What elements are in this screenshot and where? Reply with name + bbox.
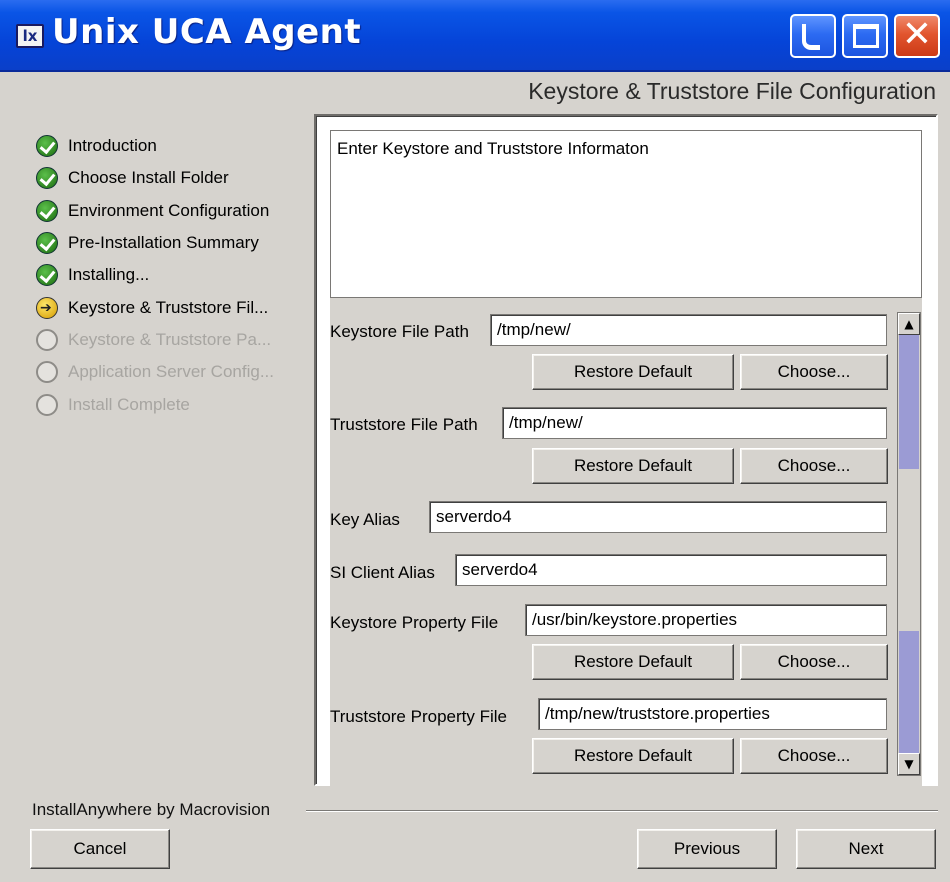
- maximize-icon: [853, 24, 879, 48]
- step-choose-install-folder: Choose Install Folder: [36, 162, 306, 194]
- keystore-file-path-label: Keystore File Path: [330, 322, 469, 341]
- keystore-file-choose-button[interactable]: Choose...: [740, 354, 888, 390]
- title-bar: lx Unix UCA Agent ✕: [0, 0, 950, 72]
- brand-label: InstallAnywhere by Macrovision: [32, 800, 271, 819]
- step-introduction: Introduction: [36, 130, 306, 162]
- truststore-property-file-input[interactable]: /tmp/new/truststore.properties: [538, 698, 887, 730]
- step-label: Application Server Config...: [68, 362, 274, 382]
- keystore-property-file-input[interactable]: /usr/bin/keystore.properties: [525, 604, 887, 636]
- truststore-property-choose-button[interactable]: Choose...: [740, 738, 888, 774]
- step-installing: Installing...: [36, 259, 306, 291]
- step-header: Keystore & Truststore File Configuration: [528, 78, 936, 104]
- step-label: Choose Install Folder: [68, 168, 229, 188]
- description-box: Enter Keystore and Truststore Informaton: [330, 130, 922, 298]
- scroll-up-icon[interactable]: ▲: [898, 313, 920, 335]
- truststore-file-path-label: Truststore File Path: [330, 415, 478, 434]
- circle-icon: [36, 361, 58, 384]
- si-client-alias-label: SI Client Alias: [330, 563, 435, 582]
- scrollbar-track-lower[interactable]: [899, 631, 919, 753]
- truststore-file-choose-button[interactable]: Choose...: [740, 448, 888, 484]
- arrow-right-icon: [36, 296, 58, 319]
- close-icon: ✕: [901, 14, 933, 55]
- step-application-server-config: Application Server Config...: [36, 356, 306, 388]
- truststore-property-file-label: Truststore Property File: [330, 707, 507, 726]
- keystore-file-path-input[interactable]: /tmp/new/: [490, 314, 887, 346]
- step-install-complete: Install Complete: [36, 388, 306, 420]
- step-keystore-truststore-password: Keystore & Truststore Pa...: [36, 324, 306, 356]
- check-icon: [36, 199, 58, 222]
- cancel-button[interactable]: Cancel: [30, 829, 170, 869]
- next-button[interactable]: Next: [796, 829, 936, 869]
- check-icon: [36, 167, 58, 190]
- form-scrollbar[interactable]: ▲ ▼: [897, 312, 921, 776]
- key-alias-label: Key Alias: [330, 510, 400, 529]
- step-list: Introduction Choose Install Folder Envir…: [36, 130, 306, 421]
- installer-window: lx Unix UCA Agent ✕ Keystore & Truststor…: [0, 0, 950, 882]
- step-pre-installation-summary: Pre-Installation Summary: [36, 227, 306, 259]
- truststore-property-restore-default-button[interactable]: Restore Default: [532, 738, 734, 774]
- keystore-file-restore-default-button[interactable]: Restore Default: [532, 354, 734, 390]
- check-icon: [36, 264, 58, 287]
- step-keystore-truststore-file: Keystore & Truststore Fil...: [36, 291, 306, 323]
- footer-divider: [306, 810, 938, 812]
- window-title: Unix UCA Agent: [52, 12, 362, 52]
- keystore-property-choose-button[interactable]: Choose...: [740, 644, 888, 680]
- step-label: Environment Configuration: [68, 200, 270, 220]
- key-alias-input[interactable]: serverdo4: [429, 501, 887, 533]
- step-label: Install Complete: [68, 394, 190, 414]
- check-icon: [36, 135, 58, 158]
- minimize-button[interactable]: [790, 14, 836, 58]
- maximize-button[interactable]: [842, 14, 888, 58]
- check-icon: [36, 232, 58, 255]
- step-label: Pre-Installation Summary: [68, 233, 259, 253]
- scroll-down-icon[interactable]: ▼: [898, 753, 920, 775]
- scrollbar-track-upper[interactable]: [899, 335, 919, 469]
- truststore-file-path-input[interactable]: /tmp/new/: [502, 407, 887, 439]
- keystore-property-restore-default-button[interactable]: Restore Default: [532, 644, 734, 680]
- step-label: Introduction: [68, 136, 157, 156]
- step-label: Keystore & Truststore Fil...: [68, 297, 269, 317]
- step-label: Keystore & Truststore Pa...: [68, 329, 272, 349]
- minimize-icon: [802, 24, 820, 50]
- step-label: Installing...: [68, 265, 150, 285]
- app-icon: lx: [16, 24, 44, 48]
- step-environment-configuration: Environment Configuration: [36, 195, 306, 227]
- truststore-file-restore-default-button[interactable]: Restore Default: [532, 448, 734, 484]
- circle-icon: [36, 328, 58, 351]
- keystore-property-file-label: Keystore Property File: [330, 613, 499, 632]
- circle-icon: [36, 393, 58, 416]
- si-client-alias-input[interactable]: serverdo4: [455, 554, 887, 586]
- close-button[interactable]: ✕: [894, 14, 940, 58]
- previous-button[interactable]: Previous: [637, 829, 777, 869]
